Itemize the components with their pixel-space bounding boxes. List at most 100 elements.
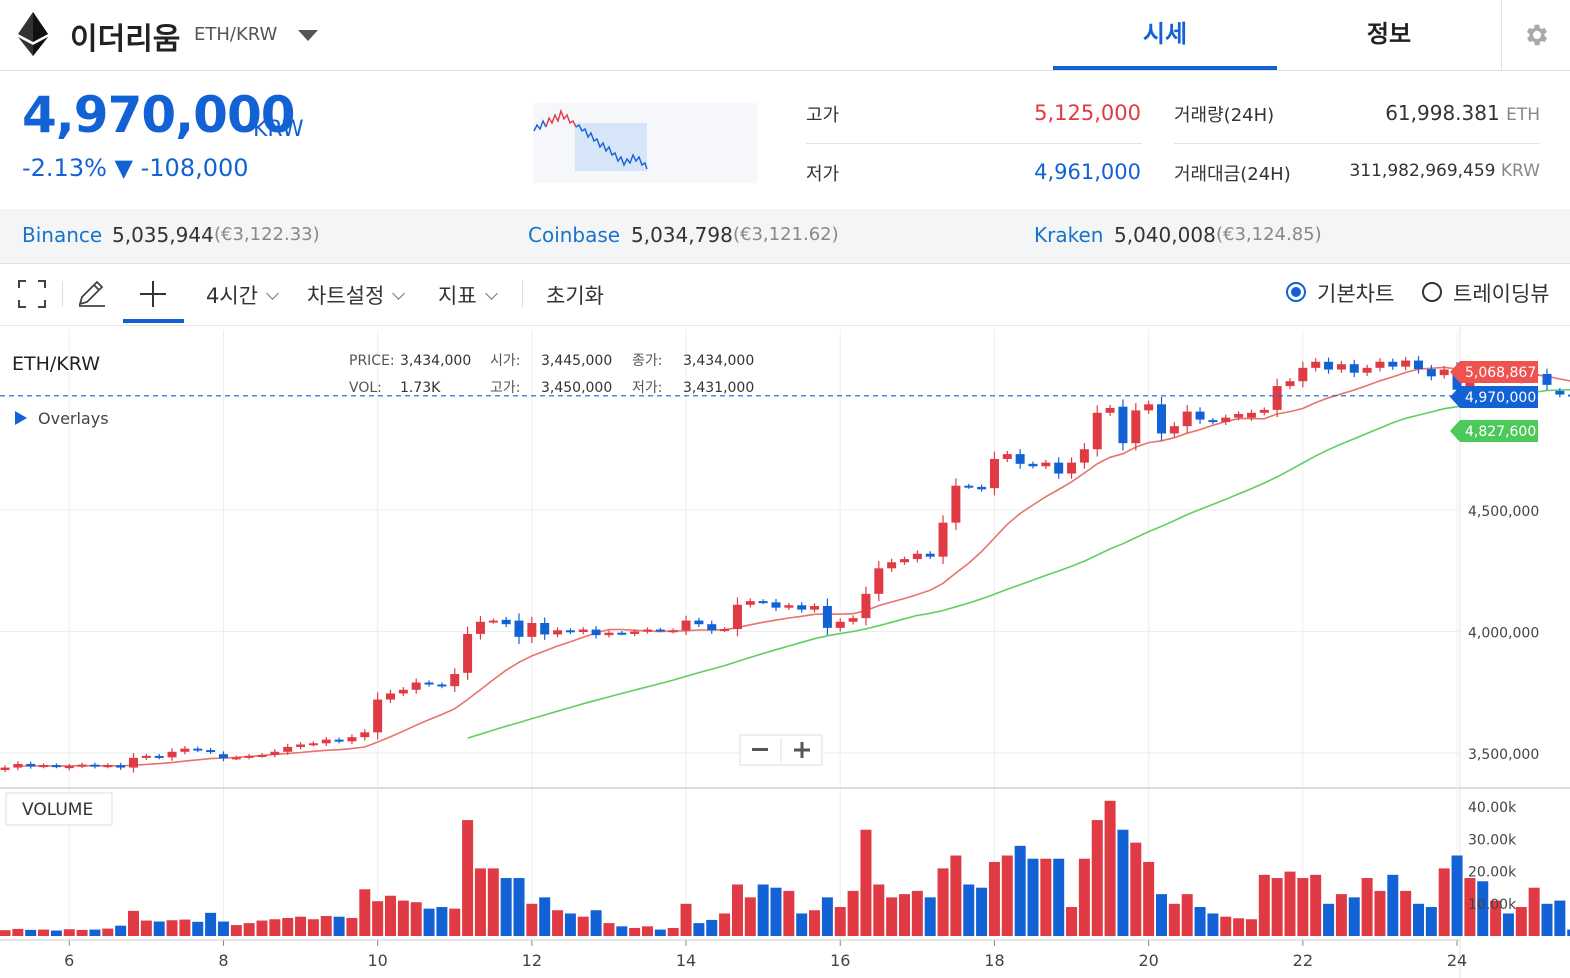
interval-label: 4시간 <box>206 284 259 308</box>
candle-body <box>154 755 164 758</box>
exchange-binance-name[interactable]: Binance <box>22 223 102 247</box>
reset-button[interactable]: 초기화 <box>546 280 604 310</box>
price-chart[interactable]: 3,500,000 4,000,000 4,500,000 10.00k 20.00k… <box>0 326 1570 978</box>
ethereum-logo-icon <box>18 12 48 56</box>
candle-body <box>347 737 357 742</box>
exchange-kraken-name[interactable]: Kraken <box>1034 223 1103 247</box>
candle-body <box>77 764 87 767</box>
volume-bar <box>179 919 191 936</box>
x-tick-label: 14 <box>676 951 696 970</box>
candle-body <box>874 568 884 594</box>
candle-body <box>784 605 794 608</box>
volume-bar <box>1040 858 1052 936</box>
volume-bar <box>1194 907 1206 936</box>
indicators-menu[interactable]: 지표 <box>438 280 498 310</box>
candle-body <box>797 605 807 610</box>
x-tick-label: 10 <box>367 951 387 970</box>
candle-body <box>861 593 871 619</box>
volume-bar <box>140 920 152 936</box>
price-badge-label: 5,068,867 <box>1465 365 1536 381</box>
volume-bar <box>1104 800 1116 936</box>
price-badge-label: 4,827,600 <box>1465 424 1536 440</box>
exchange-coinbase-name[interactable]: Coinbase <box>528 223 620 247</box>
tab-quote[interactable]: 시세 <box>1053 0 1277 70</box>
volume-bar <box>731 884 743 936</box>
candle-body <box>1092 412 1102 450</box>
volume-bar <box>1091 820 1103 936</box>
candle-body <box>1221 417 1231 423</box>
candle-body <box>39 765 49 768</box>
volume-bar <box>642 926 653 936</box>
fullscreen-icon[interactable] <box>17 279 47 309</box>
candle-body <box>1131 410 1141 444</box>
time-axis: 6 8 10 12 14 16 18 20 22 24 <box>0 939 1467 970</box>
volume-bar <box>1502 913 1514 936</box>
price-sparkline <box>533 103 757 183</box>
interval-select[interactable]: 4시간 <box>206 280 279 310</box>
settings-button[interactable] <box>1501 0 1570 70</box>
candle-body <box>218 754 228 759</box>
toolbar-divider <box>62 281 63 307</box>
volume-bar <box>796 913 808 936</box>
tab-info[interactable]: 정보 <box>1277 0 1501 70</box>
crosshair-icon[interactable] <box>138 279 168 309</box>
exchange-binance-price: 5,035,944 <box>112 223 214 247</box>
chart-settings-menu[interactable]: 차트설정 <box>307 280 406 310</box>
volume-bar <box>821 897 833 936</box>
candle-body <box>1555 390 1565 395</box>
x-tick-label: 16 <box>830 951 850 970</box>
stats-divider <box>806 143 1142 144</box>
legend-open-label: 시가: <box>490 353 520 369</box>
volume-bar <box>950 855 962 936</box>
candle-body <box>1041 462 1051 467</box>
candle-body <box>1324 361 1334 370</box>
ma-long-line <box>467 388 1570 739</box>
candle-body <box>13 763 23 768</box>
candle-body <box>206 750 216 753</box>
tradingview-radio[interactable] <box>1422 282 1442 302</box>
chart-pair-label: ETH/KRW <box>12 353 100 375</box>
volume-bar <box>1451 855 1463 936</box>
legend-price-label: PRICE: <box>349 353 395 369</box>
volume-bar <box>1515 907 1527 936</box>
volume-bar <box>282 917 294 936</box>
volume-bar <box>397 900 409 936</box>
volume-bar <box>577 916 589 936</box>
tradingview-label[interactable]: 트레이딩뷰 <box>1453 278 1550 308</box>
volume-bar <box>359 889 371 936</box>
legend-open: 3,445,000 <box>541 353 612 369</box>
volume-bar <box>937 868 949 936</box>
price-badge-label: 4,970,000 <box>1465 390 1536 406</box>
volume-bar <box>474 868 486 936</box>
overlays-toggle-icon[interactable] <box>15 411 27 425</box>
pencil-icon[interactable] <box>76 277 108 309</box>
candle-body <box>283 746 293 752</box>
y-tick-label: 4,000,000 <box>1468 626 1539 642</box>
candle-body <box>989 458 999 489</box>
candle-body <box>938 522 948 557</box>
overlays-label[interactable]: Overlays <box>38 409 109 428</box>
candle-body <box>565 630 575 633</box>
volume-bar <box>269 919 281 936</box>
candle-body <box>1362 367 1372 373</box>
basic-chart-label[interactable]: 기본차트 <box>1317 278 1394 308</box>
coin-dropdown-icon[interactable] <box>298 30 318 41</box>
volume-bar <box>667 927 679 936</box>
volume-bar <box>847 890 859 936</box>
legend-close-label: 종가: <box>632 353 662 369</box>
volume-bar <box>76 929 88 936</box>
zoom-out-icon[interactable] <box>752 748 768 751</box>
volume-bar <box>1168 903 1180 936</box>
candle-body <box>296 744 306 747</box>
candle-body <box>1426 369 1436 377</box>
volume-24h: 61,998.381 ETH <box>1300 101 1540 125</box>
candle-body <box>758 601 768 604</box>
basic-chart-radio[interactable] <box>1286 282 1306 302</box>
candle-body <box>1169 426 1179 434</box>
volume-bar <box>834 907 846 936</box>
price-axis: 3,500,000 4,000,000 4,500,000 <box>1468 504 1539 763</box>
x-tick-label: 20 <box>1138 951 1158 970</box>
volume-value: 61,998.381 <box>1385 101 1500 125</box>
volume-bar <box>1541 903 1553 936</box>
volume-bar <box>924 897 936 936</box>
